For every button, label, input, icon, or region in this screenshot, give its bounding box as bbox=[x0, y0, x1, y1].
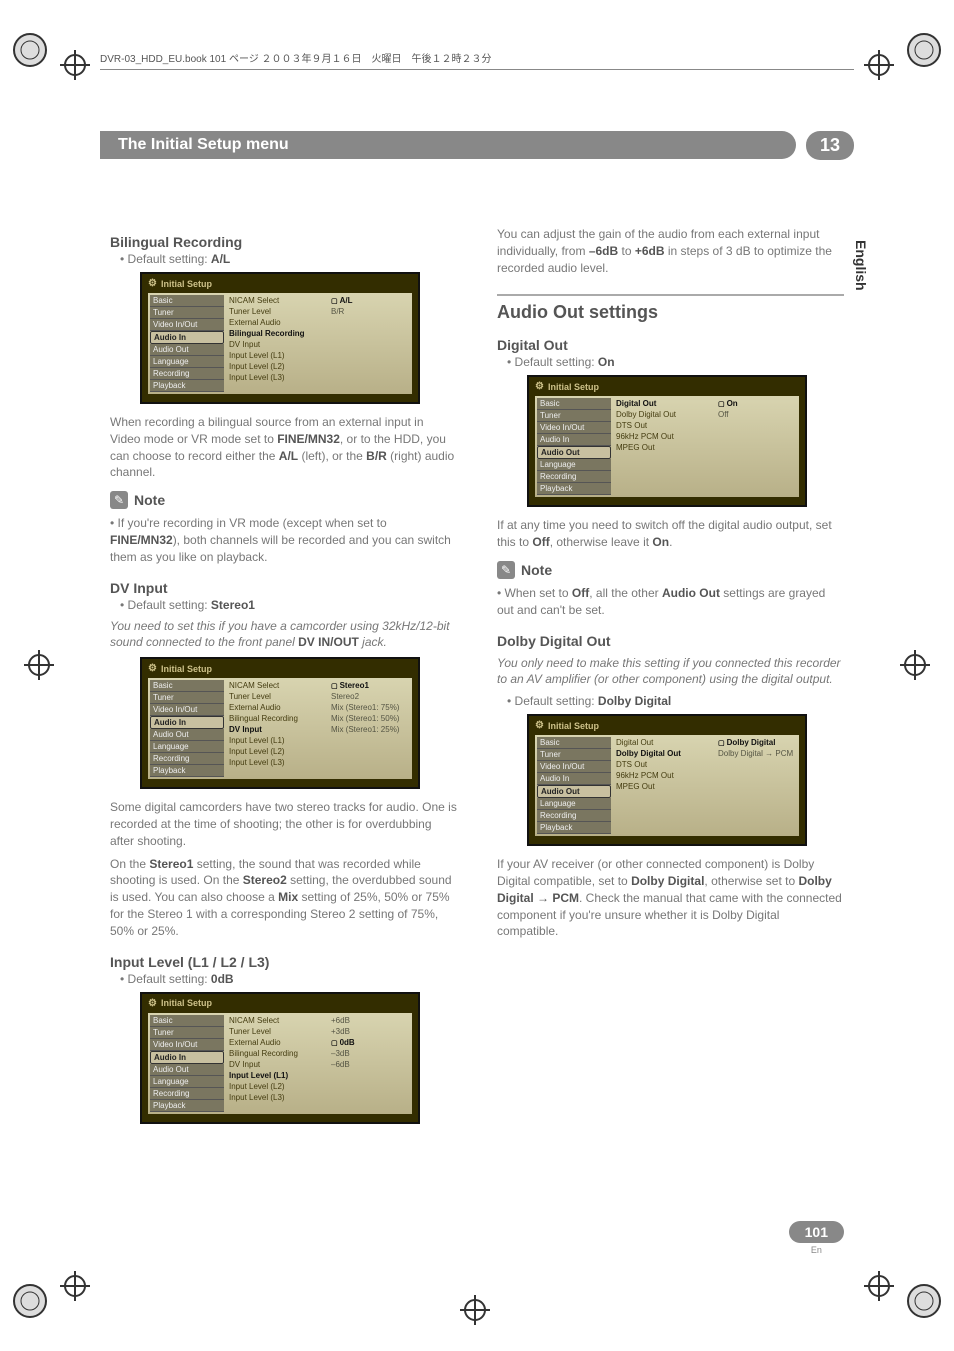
menu-values: On Off bbox=[715, 398, 797, 495]
crop-mark-icon bbox=[460, 1295, 490, 1325]
heading-dv-input: DV Input bbox=[110, 580, 457, 596]
menu-screenshot-input-level: ⚙ Initial Setup Basic Tuner Video In/Out … bbox=[140, 992, 420, 1124]
crop-mark-icon bbox=[24, 650, 54, 680]
registration-mark-icon bbox=[10, 1281, 50, 1321]
heading-bilingual-recording: Bilingual Recording bbox=[110, 234, 457, 250]
menu-items: NICAM Select Tuner Level External Audio … bbox=[226, 680, 326, 777]
menu-categories: Basic Tuner Video In/Out Audio In Audio … bbox=[537, 398, 611, 495]
menu-categories: Basic Tuner Video In/Out Audio In Audio … bbox=[150, 295, 224, 392]
menu-title: Initial Setup bbox=[161, 998, 212, 1008]
body-text: On the Stereo1 setting, the sound that w… bbox=[110, 856, 457, 940]
body-text: You can adjust the gain of the audio fro… bbox=[497, 226, 844, 276]
menu-title: Initial Setup bbox=[161, 279, 212, 289]
crop-mark-icon bbox=[864, 1271, 894, 1301]
body-text: If at any time you need to switch off th… bbox=[497, 517, 844, 551]
heading-digital-out: Digital Out bbox=[497, 337, 844, 353]
crop-mark-icon bbox=[864, 50, 894, 80]
menu-title: Initial Setup bbox=[548, 721, 599, 731]
menu-screenshot-dvinput: ⚙ Initial Setup Basic Tuner Video In/Out … bbox=[140, 657, 420, 789]
body-text: If your AV receiver (or other connected … bbox=[497, 856, 844, 940]
crop-mark-icon bbox=[60, 1271, 90, 1301]
menu-values: Dolby Digital Dolby Digital → PCM bbox=[715, 737, 797, 834]
gear-icon: ⚙ bbox=[148, 278, 157, 289]
menu-screenshot-bilingual: ⚙ Initial Setup Basic Tuner Video In/Out … bbox=[140, 272, 420, 404]
crop-mark-icon bbox=[900, 650, 930, 680]
default-setting-line: • Default setting: 0dB bbox=[120, 972, 457, 986]
heading-audio-out-settings: Audio Out settings bbox=[497, 294, 844, 323]
language-tab: English bbox=[853, 240, 869, 291]
left-column: Bilingual Recording • Default setting: A… bbox=[110, 220, 457, 1134]
default-setting-line: • Default setting: A/L bbox=[120, 252, 457, 266]
gear-icon: ⚙ bbox=[535, 720, 544, 731]
menu-items: Digital Out Dolby Digital Out DTS Out 96… bbox=[613, 398, 713, 495]
menu-values: A/L B/R bbox=[328, 295, 410, 392]
menu-title: Initial Setup bbox=[161, 664, 212, 674]
default-setting-line: • Default setting: On bbox=[507, 355, 844, 369]
right-column: You can adjust the gain of the audio fro… bbox=[497, 220, 844, 1134]
menu-items: NICAM Select Tuner Level External Audio … bbox=[226, 1015, 326, 1112]
note-text: • If you're recording in VR mode (except… bbox=[110, 515, 457, 565]
body-text: Some digital camcorders have two stereo … bbox=[110, 799, 457, 849]
menu-items: NICAM Select Tuner Level External Audio … bbox=[226, 295, 326, 392]
note-icon: ✎ bbox=[110, 491, 128, 509]
body-text: When recording a bilingual source from a… bbox=[110, 414, 457, 481]
gear-icon: ⚙ bbox=[148, 998, 157, 1009]
page-header: The Initial Setup menu 13 bbox=[100, 130, 854, 160]
default-setting-line: • Default setting: Dolby Digital bbox=[507, 694, 844, 708]
heading-input-level: Input Level (L1 / L2 / L3) bbox=[110, 954, 457, 970]
chapter-number-badge: 13 bbox=[806, 131, 854, 160]
body-text-italic: You only need to make this setting if yo… bbox=[497, 655, 844, 689]
crop-mark-icon bbox=[60, 50, 90, 80]
menu-categories: Basic Tuner Video In/Out Audio In Audio … bbox=[537, 737, 611, 834]
menu-values: +6dB +3dB 0dB –3dB –6dB bbox=[328, 1015, 410, 1112]
note-text: • When set to Off, all the other Audio O… bbox=[497, 585, 844, 619]
note-heading: ✎ Note bbox=[110, 491, 457, 509]
heading-dolby-digital-out: Dolby Digital Out bbox=[497, 633, 844, 649]
gear-icon: ⚙ bbox=[148, 663, 157, 674]
menu-screenshot-dolby: ⚙ Initial Setup Basic Tuner Video In/Out … bbox=[527, 714, 807, 846]
default-setting-line: • Default setting: Stereo1 bbox=[120, 598, 457, 612]
menu-categories: Basic Tuner Video In/Out Audio In Audio … bbox=[150, 680, 224, 777]
prepress-filename-strip: DVR-03_HDD_EU.book 101 ページ ２００３年９月１６日 火曜… bbox=[100, 50, 854, 70]
registration-mark-icon bbox=[10, 30, 50, 70]
page-lang-code: En bbox=[789, 1245, 844, 1255]
note-heading: ✎ Note bbox=[497, 561, 844, 579]
body-text-italic: You need to set this if you have a camco… bbox=[110, 618, 457, 652]
menu-values: Stereo1 Stereo2 Mix (Stereo1: 75%) Mix (… bbox=[328, 680, 410, 777]
registration-mark-icon bbox=[904, 30, 944, 70]
page-title: The Initial Setup menu bbox=[100, 131, 796, 159]
registration-mark-icon bbox=[904, 1281, 944, 1321]
menu-items: Digital Out Dolby Digital Out DTS Out 96… bbox=[613, 737, 713, 834]
page-number-badge: 101 En bbox=[789, 1221, 844, 1255]
menu-title: Initial Setup bbox=[548, 382, 599, 392]
page-number: 101 bbox=[789, 1221, 844, 1243]
menu-screenshot-digital-out: ⚙ Initial Setup Basic Tuner Video In/Out … bbox=[527, 375, 807, 507]
menu-categories: Basic Tuner Video In/Out Audio In Audio … bbox=[150, 1015, 224, 1112]
gear-icon: ⚙ bbox=[535, 381, 544, 392]
note-icon: ✎ bbox=[497, 561, 515, 579]
